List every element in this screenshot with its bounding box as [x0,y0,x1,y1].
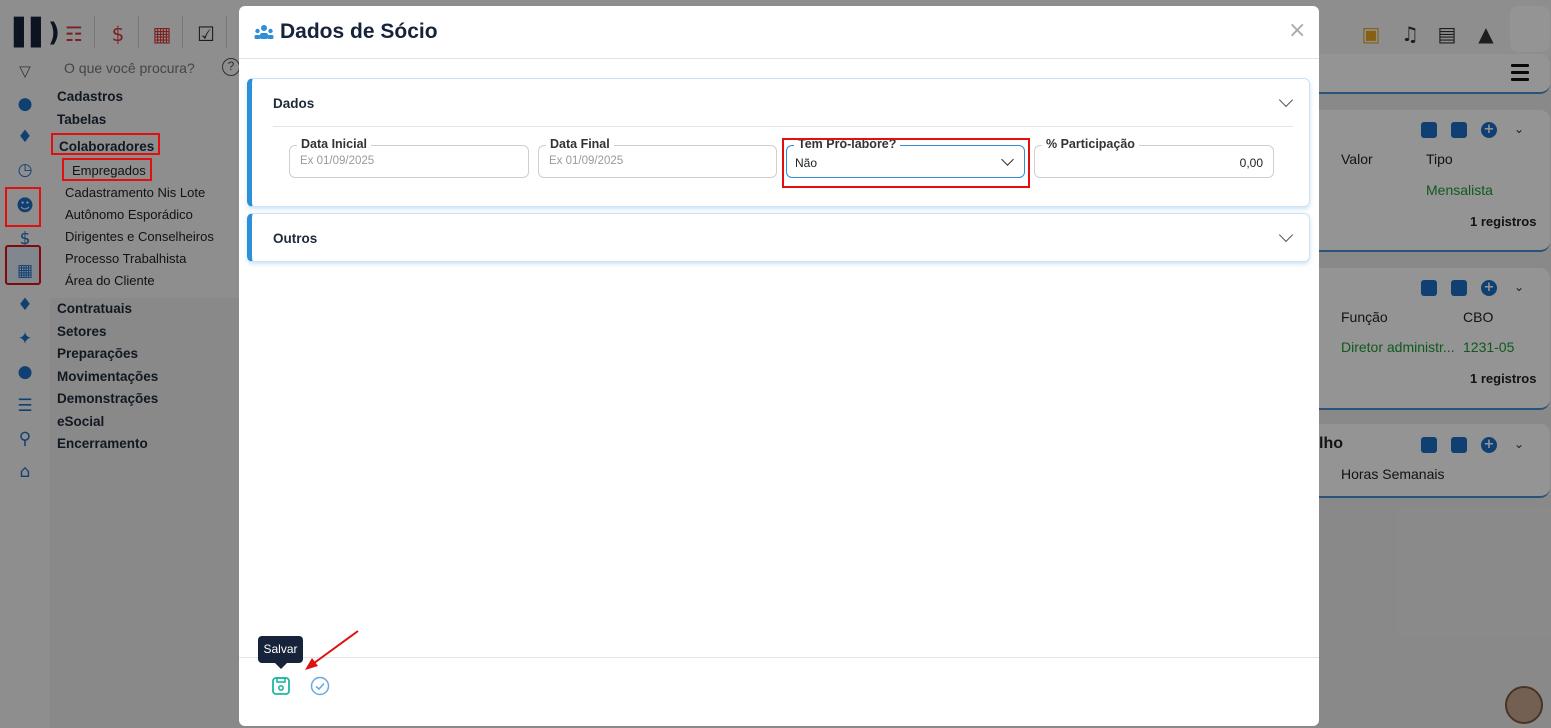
list-icon[interactable] [1451,122,1467,138]
submenu-item-processo-trabalhista[interactable]: Processo Trabalhista [65,251,186,266]
filter-icon[interactable]: ▽ [14,60,36,82]
add-icon[interactable]: + [1481,122,1497,138]
footer-divider [239,657,1319,658]
dados-socio-modal: Dados de Sócio × Dados Data Inicial Data… [239,6,1319,726]
sitemap-icon[interactable]: ✦ [14,328,36,350]
chevron-down-icon[interactable]: ⌄ [1514,437,1524,451]
menu-item-encerramento[interactable]: Encerramento [57,436,148,451]
cbo-value: 1231-05 [1463,339,1515,355]
col-cbo: CBO [1463,309,1494,325]
user-menu-box[interactable] [1510,6,1550,52]
chevron-down-icon[interactable]: ⌄ [1514,122,1524,136]
data-inicial-field: Data Inicial [289,137,529,178]
submenu-item-cadastramento-nis-lote[interactable]: Cadastramento Nis Lote [65,185,205,200]
annotation-arrow-icon [305,630,359,670]
col-horas-semanais: Horas Semanais [1341,466,1445,482]
top-separator [94,16,95,48]
handshake-icon[interactable]: ♦ [14,126,36,148]
left-rail: ▽ ● ♦ ◷ ☻ $ ▦ ♦ ✦ ● ☰ ⚲ ⌂ [0,58,50,728]
section-title: Outros [273,231,318,246]
bell-icon[interactable]: ♫ [1396,20,1424,48]
people-icon[interactable]: ☶ [60,20,88,48]
submenu-highlight-box [62,158,152,181]
top-separator [138,16,139,48]
help-icon[interactable]: ? [222,58,240,76]
graduation-cap-icon[interactable]: ▲ [1472,20,1500,48]
add-icon[interactable]: + [1481,437,1497,453]
submenu-item-dirigentes[interactable]: Dirigentes e Conselheiros [65,229,214,244]
dollar-icon[interactable]: $ [104,20,132,48]
section-outros[interactable]: Outros [247,213,1310,262]
value-pill [1338,178,1401,203]
chevron-down-icon[interactable]: ⌄ [1514,280,1524,294]
top-separator [226,16,227,48]
rail-highlight-box [5,187,41,227]
section-title: Dados [273,96,315,111]
users-icon [254,25,274,39]
data-inicial-input[interactable] [300,155,518,167]
chevron-down-icon[interactable] [1278,92,1294,108]
tipo-value: Mensalista [1426,182,1493,198]
clock-icon[interactable]: ◷ [14,159,36,181]
hamburger-menu-icon[interactable] [1511,64,1529,85]
participacao-value: 0,00 [1239,156,1263,170]
record-count: 1 registros [1470,371,1537,386]
layers-icon[interactable]: ☰ [14,395,36,417]
check-circle-icon[interactable] [310,676,330,696]
tie-icon[interactable]: ♦ [14,294,36,316]
list-icon[interactable] [1451,437,1467,453]
menu-item-setores[interactable]: Setores [57,324,107,339]
report-icon[interactable] [1421,122,1437,138]
field-label: Data Final [546,137,614,151]
field-label: Data Inicial [297,137,371,151]
section-dados: Dados Data Inicial Data Final Tem Pró-la… [247,78,1310,207]
money-bag-icon[interactable]: ● [14,361,36,383]
col-funcao: Função [1341,309,1388,325]
calculator-icon[interactable]: ▦ [14,260,36,282]
data-final-input[interactable] [549,155,766,167]
participacao-field[interactable]: % Participação 0,00 [1034,137,1274,178]
data-final-field: Data Final [538,137,777,178]
record-count: 1 registros [1470,214,1537,229]
search-icon[interactable]: ⚲ [14,428,36,450]
menu-item-esocial[interactable]: eSocial [57,414,104,429]
field-label: % Participação [1042,137,1139,151]
card-title: lho [1319,435,1343,452]
chevron-down-icon[interactable] [1278,227,1294,243]
money-bag-icon[interactable]: ☑ [192,20,220,48]
modal-header: Dados de Sócio × [239,6,1319,59]
calculator-icon[interactable]: ▦ [148,20,176,48]
save-icon[interactable] [271,676,291,696]
menu-item-movimentacoes[interactable]: Movimentações [57,369,158,384]
col-tipo: Tipo [1426,151,1453,167]
menu-item-contratuais[interactable]: Contratuais [57,301,132,316]
dollar-circle-icon[interactable]: $ [14,228,36,250]
menu-item-preparacoes[interactable]: Preparações [57,346,138,361]
submenu-item-autonomo-esporadico[interactable]: Autônomo Esporádico [65,207,193,222]
report-icon[interactable] [1421,437,1437,453]
menu-highlight-box [51,133,160,155]
select-highlight-box [782,138,1030,188]
document-search-icon[interactable]: ▤ [1433,20,1461,48]
menu-item-tabelas[interactable]: Tabelas [57,112,106,127]
close-icon[interactable]: × [1288,18,1306,43]
user-icon[interactable]: ● [14,93,36,115]
funcao-value: Diretor administr... [1341,339,1455,355]
menu-search-input[interactable]: O que você procura? [64,60,195,78]
modal-title: Dados de Sócio [280,20,438,43]
add-icon[interactable]: + [1481,280,1497,296]
submenu-item-area-do-cliente[interactable]: Área do Cliente [65,273,155,288]
app-logo: ▌▌) [14,18,60,48]
menu-item-demonstracoes[interactable]: Demonstrações [57,391,158,406]
top-separator [182,16,183,48]
home-icon[interactable]: ⌂ [14,461,36,483]
save-tooltip: Salvar [258,636,303,669]
divider [273,126,1293,127]
menu-item-cadastros[interactable]: Cadastros [57,89,123,104]
note-icon[interactable]: ▣ [1357,20,1385,48]
list-icon[interactable] [1451,280,1467,296]
avatar[interactable] [1505,686,1543,724]
col-valor: Valor [1341,151,1373,167]
report-icon[interactable] [1421,280,1437,296]
